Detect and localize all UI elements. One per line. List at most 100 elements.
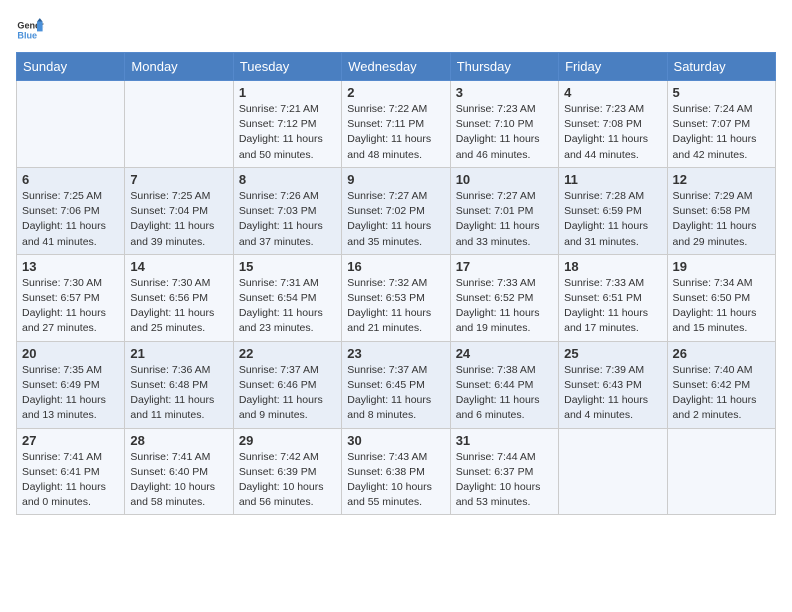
- calendar-cell: 14Sunrise: 7:30 AM Sunset: 6:56 PM Dayli…: [125, 254, 233, 341]
- weekday-label: Wednesday: [342, 53, 450, 81]
- calendar-cell: 2Sunrise: 7:22 AM Sunset: 7:11 PM Daylig…: [342, 81, 450, 168]
- calendar-cell: 30 Sunrise: 7:43 AM Sunset: 6:38 PM Dayli…: [342, 428, 450, 515]
- day-number: 5: [673, 85, 770, 100]
- calendar-cell: 11 Sunrise: 7:28 AM Sunset: 6:59 PM Dayli…: [559, 167, 667, 254]
- day-number: 17: [456, 259, 553, 274]
- day-number: 26: [673, 346, 770, 361]
- day-number: 1: [239, 85, 336, 100]
- day-info: Sunrise: 7:27 AM Sunset: 7:01 PM Dayligh…: [456, 189, 553, 250]
- calendar-cell: 29 Sunrise: 7:42 AM Sunset: 6:39 PM Dayli…: [233, 428, 341, 515]
- calendar-cell: 1 Sunrise: 7:21 AM Sunset: 7:12 PM Daylig…: [233, 81, 341, 168]
- weekday-label: Saturday: [667, 53, 775, 81]
- calendar-cell: 18Sunrise: 7:33 AM Sunset: 6:51 PM Dayli…: [559, 254, 667, 341]
- day-number: 18: [564, 259, 661, 274]
- calendar-cell: 24Sunrise: 7:38 AM Sunset: 6:44 PM Dayli…: [450, 341, 558, 428]
- calendar-cell: 7 Sunrise: 7:25 AM Sunset: 7:04 PM Daylig…: [125, 167, 233, 254]
- day-info: Sunrise: 7:40 AM Sunset: 6:42 PM Dayligh…: [673, 363, 770, 424]
- calendar-week-row: 6 Sunrise: 7:25 AM Sunset: 7:06 PM Daylig…: [17, 167, 776, 254]
- calendar-cell: 20 Sunrise: 7:35 AM Sunset: 6:49 PM Dayli…: [17, 341, 125, 428]
- day-info: Sunrise: 7:30 AM Sunset: 6:56 PM Dayligh…: [130, 276, 227, 337]
- calendar-cell: [125, 81, 233, 168]
- logo: General Blue: [16, 16, 44, 44]
- day-number: 23: [347, 346, 444, 361]
- day-info: Sunrise: 7:28 AM Sunset: 6:59 PM Dayligh…: [564, 189, 661, 250]
- day-number: 8: [239, 172, 336, 187]
- day-number: 9: [347, 172, 444, 187]
- day-info: Sunrise: 7:36 AM Sunset: 6:48 PM Dayligh…: [130, 363, 227, 424]
- day-info: Sunrise: 7:29 AM Sunset: 6:58 PM Dayligh…: [673, 189, 770, 250]
- weekday-label: Tuesday: [233, 53, 341, 81]
- day-number: 19: [673, 259, 770, 274]
- day-number: 21: [130, 346, 227, 361]
- day-number: 22: [239, 346, 336, 361]
- calendar-cell: [17, 81, 125, 168]
- day-info: Sunrise: 7:43 AM Sunset: 6:38 PM Dayligh…: [347, 450, 444, 511]
- day-info: Sunrise: 7:34 AM Sunset: 6:50 PM Dayligh…: [673, 276, 770, 337]
- calendar-week-row: 1 Sunrise: 7:21 AM Sunset: 7:12 PM Daylig…: [17, 81, 776, 168]
- weekday-label: Friday: [559, 53, 667, 81]
- calendar-table: SundayMondayTuesdayWednesdayThursdayFrid…: [16, 52, 776, 515]
- day-info: Sunrise: 7:27 AM Sunset: 7:02 PM Dayligh…: [347, 189, 444, 250]
- calendar-week-row: 20 Sunrise: 7:35 AM Sunset: 6:49 PM Dayli…: [17, 341, 776, 428]
- day-number: 29: [239, 433, 336, 448]
- day-info: Sunrise: 7:31 AM Sunset: 6:54 PM Dayligh…: [239, 276, 336, 337]
- calendar-cell: 27 Sunrise: 7:41 AM Sunset: 6:41 PM Dayli…: [17, 428, 125, 515]
- calendar-cell: [667, 428, 775, 515]
- day-number: 15: [239, 259, 336, 274]
- calendar-cell: 5Sunrise: 7:24 AM Sunset: 7:07 PM Daylig…: [667, 81, 775, 168]
- day-info: Sunrise: 7:32 AM Sunset: 6:53 PM Dayligh…: [347, 276, 444, 337]
- logo-icon: General Blue: [16, 16, 44, 44]
- calendar-cell: 19 Sunrise: 7:34 AM Sunset: 6:50 PM Dayli…: [667, 254, 775, 341]
- day-info: Sunrise: 7:33 AM Sunset: 6:52 PM Dayligh…: [456, 276, 553, 337]
- day-info: Sunrise: 7:22 AM Sunset: 7:11 PM Dayligh…: [347, 102, 444, 163]
- calendar-cell: 31 Sunrise: 7:44 AM Sunset: 6:37 PM Dayli…: [450, 428, 558, 515]
- day-info: Sunrise: 7:42 AM Sunset: 6:39 PM Dayligh…: [239, 450, 336, 511]
- day-info: Sunrise: 7:44 AM Sunset: 6:37 PM Dayligh…: [456, 450, 553, 511]
- weekday-header-row: SundayMondayTuesdayWednesdayThursdayFrid…: [17, 53, 776, 81]
- day-info: Sunrise: 7:39 AM Sunset: 6:43 PM Dayligh…: [564, 363, 661, 424]
- calendar-cell: 12 Sunrise: 7:29 AM Sunset: 6:58 PM Dayli…: [667, 167, 775, 254]
- day-number: 11: [564, 172, 661, 187]
- day-number: 10: [456, 172, 553, 187]
- calendar-week-row: 13Sunrise: 7:30 AM Sunset: 6:57 PM Dayli…: [17, 254, 776, 341]
- day-info: Sunrise: 7:21 AM Sunset: 7:12 PM Dayligh…: [239, 102, 336, 163]
- calendar-cell: 23Sunrise: 7:37 AM Sunset: 6:45 PM Dayli…: [342, 341, 450, 428]
- day-number: 12: [673, 172, 770, 187]
- calendar-cell: 10 Sunrise: 7:27 AM Sunset: 7:01 PM Dayli…: [450, 167, 558, 254]
- day-number: 20: [22, 346, 119, 361]
- day-info: Sunrise: 7:37 AM Sunset: 6:46 PM Dayligh…: [239, 363, 336, 424]
- calendar-cell: 3 Sunrise: 7:23 AM Sunset: 7:10 PM Daylig…: [450, 81, 558, 168]
- day-number: 6: [22, 172, 119, 187]
- calendar-cell: 8 Sunrise: 7:26 AM Sunset: 7:03 PM Daylig…: [233, 167, 341, 254]
- calendar-cell: 22 Sunrise: 7:37 AM Sunset: 6:46 PM Dayli…: [233, 341, 341, 428]
- day-number: 4: [564, 85, 661, 100]
- calendar-cell: 13Sunrise: 7:30 AM Sunset: 6:57 PM Dayli…: [17, 254, 125, 341]
- calendar-cell: 4 Sunrise: 7:23 AM Sunset: 7:08 PM Daylig…: [559, 81, 667, 168]
- calendar-cell: 28Sunrise: 7:41 AM Sunset: 6:40 PM Dayli…: [125, 428, 233, 515]
- day-number: 27: [22, 433, 119, 448]
- day-info: Sunrise: 7:25 AM Sunset: 7:06 PM Dayligh…: [22, 189, 119, 250]
- page-header: General Blue: [16, 16, 776, 44]
- day-info: Sunrise: 7:41 AM Sunset: 6:40 PM Dayligh…: [130, 450, 227, 511]
- calendar-body: 1 Sunrise: 7:21 AM Sunset: 7:12 PM Daylig…: [17, 81, 776, 515]
- weekday-label: Monday: [125, 53, 233, 81]
- day-number: 13: [22, 259, 119, 274]
- weekday-label: Thursday: [450, 53, 558, 81]
- calendar-cell: 17 Sunrise: 7:33 AM Sunset: 6:52 PM Dayli…: [450, 254, 558, 341]
- calendar-cell: 26 Sunrise: 7:40 AM Sunset: 6:42 PM Dayli…: [667, 341, 775, 428]
- day-info: Sunrise: 7:25 AM Sunset: 7:04 PM Dayligh…: [130, 189, 227, 250]
- day-info: Sunrise: 7:35 AM Sunset: 6:49 PM Dayligh…: [22, 363, 119, 424]
- calendar-week-row: 27 Sunrise: 7:41 AM Sunset: 6:41 PM Dayli…: [17, 428, 776, 515]
- day-info: Sunrise: 7:23 AM Sunset: 7:10 PM Dayligh…: [456, 102, 553, 163]
- day-number: 7: [130, 172, 227, 187]
- day-number: 16: [347, 259, 444, 274]
- day-info: Sunrise: 7:41 AM Sunset: 6:41 PM Dayligh…: [22, 450, 119, 511]
- calendar-cell: 15 Sunrise: 7:31 AM Sunset: 6:54 PM Dayli…: [233, 254, 341, 341]
- calendar-cell: 6 Sunrise: 7:25 AM Sunset: 7:06 PM Daylig…: [17, 167, 125, 254]
- day-number: 3: [456, 85, 553, 100]
- calendar-cell: 25Sunrise: 7:39 AM Sunset: 6:43 PM Dayli…: [559, 341, 667, 428]
- day-number: 30: [347, 433, 444, 448]
- day-number: 31: [456, 433, 553, 448]
- day-info: Sunrise: 7:26 AM Sunset: 7:03 PM Dayligh…: [239, 189, 336, 250]
- day-info: Sunrise: 7:23 AM Sunset: 7:08 PM Dayligh…: [564, 102, 661, 163]
